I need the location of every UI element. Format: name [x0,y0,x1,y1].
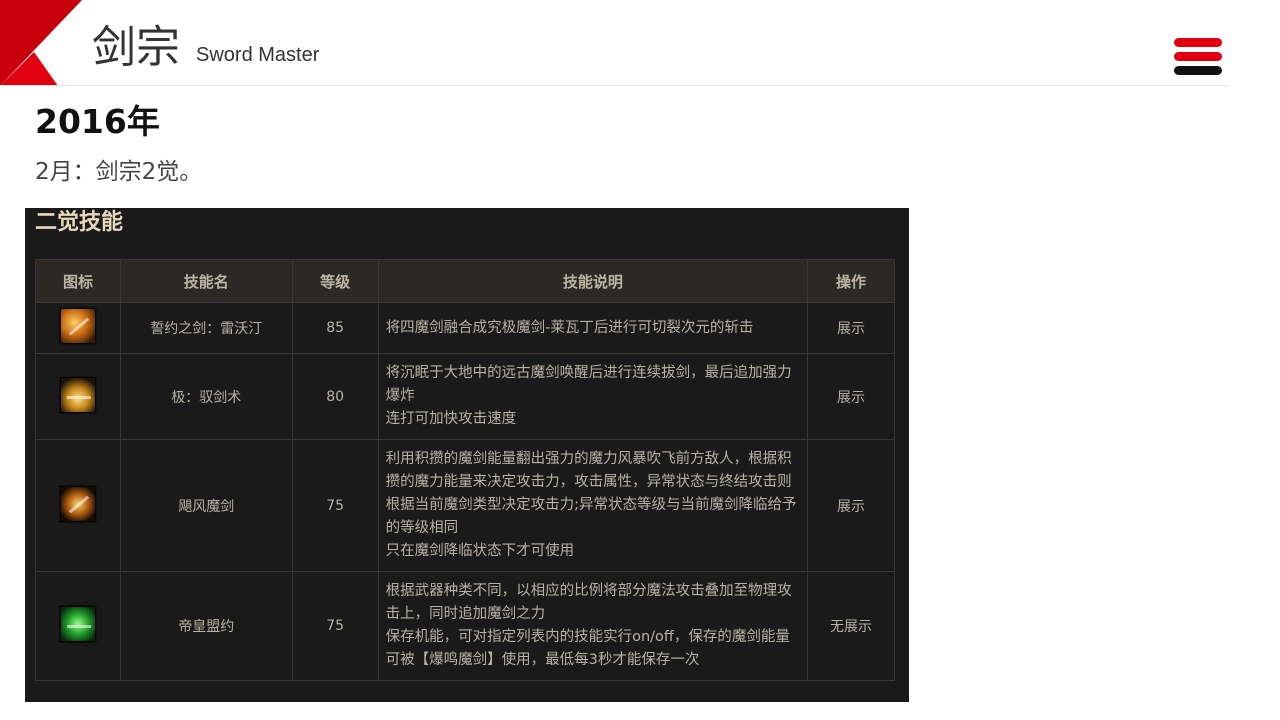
description-line: 只在魔剑降临状态下才可使用 [385,543,575,559]
skill-panel-screenshot: 二觉技能 图标 技能名 等级 技能说明 操作 誓约之剑：雷沃汀 85 将四魔剑融… [25,208,909,702]
description-line: 利用积攒的魔剑能量翻出强力的魔力风暴吹飞前方敌人，根据积攒的魔力能量来决定攻击力… [385,451,797,536]
skill-icon-cell [35,353,121,440]
table-row: 极：驭剑术 80 将沉眠于大地中的远古魔剑唤醒后进行连续拔剑，最后追加强力爆炸 … [35,353,895,440]
skill-level: 85 [291,302,379,354]
column-header-icon: 图标 [35,259,121,303]
description-line: 将四魔剑融合成究极魔剑-莱瓦丁后进行可切裂次元的斩击 [385,319,754,336]
skill-name: 誓约之剑：雷沃汀 [119,302,293,354]
skill-level: 75 [291,571,379,681]
year-heading: 2016年 [35,102,160,141]
sword-skill-icon [59,308,96,344]
table-row: 飓风魔剑 75 利用积攒的魔剑能量翻出强力的魔力风暴吹飞前方敌人，根据积攒的魔力… [35,439,895,572]
column-header-level: 等级 [291,259,379,303]
skills-table: 图标 技能名 等级 技能说明 操作 誓约之剑：雷沃汀 85 将四魔剑融合成究极魔… [35,259,895,681]
skill-icon-cell [35,439,121,572]
column-header-description: 技能说明 [377,259,809,303]
table-row: 帝皇盟约 75 根据武器种类不同，以相应的比例将部分魔法攻击叠加至物理攻击上，同… [35,571,895,681]
skill-name: 帝皇盟约 [119,571,293,681]
skill-name: 极：驭剑术 [119,353,293,440]
storm-skill-icon [59,485,96,522]
skill-icon-cell [35,302,121,354]
header-divider [0,85,1228,86]
skill-description: 将四魔剑融合成究极魔剑-莱瓦丁后进行可切裂次元的斩击 [377,302,809,354]
show-button[interactable]: 展示 [807,439,895,572]
no-show-label: 无展示 [807,571,895,681]
skill-level: 75 [291,439,379,572]
column-header-name: 技能名 [119,259,293,303]
menu-bar-top [1174,38,1222,47]
column-header-action: 操作 [807,259,895,303]
crown-skill-icon [59,376,96,413]
skill-name: 飓风魔剑 [119,439,293,572]
menu-icon[interactable] [1174,38,1224,76]
description-line: 连打可加快攻击速度 [385,411,517,427]
emperor-skill-icon [59,606,96,642]
skill-description: 根据武器种类不同，以相应的比例将部分魔法攻击叠加至物理攻击上，同时追加魔剑之力 … [377,571,809,681]
skill-description: 利用积攒的魔剑能量翻出强力的魔力风暴吹飞前方敌人，根据积攒的魔力能量来决定攻击力… [377,439,809,572]
skill-description: 将沉眠于大地中的远古魔剑唤醒后进行连续拔剑，最后追加强力爆炸 连打可加快攻击速度 [377,353,809,440]
page-title: 剑宗 [92,22,180,73]
menu-bar-bottom [1174,66,1222,75]
menu-bar-middle [1174,52,1222,61]
panel-title: 二觉技能 [35,210,124,235]
red-corner-decoration [0,0,82,86]
page-subtitle: Sword Master [196,44,320,66]
table-header-row: 图标 技能名 等级 技能说明 操作 [35,259,895,303]
skill-level: 80 [291,353,379,440]
description-line: 根据武器种类不同，以相应的比例将部分魔法攻击叠加至物理攻击上，同时追加魔剑之力 [385,583,792,622]
show-button[interactable]: 展示 [807,302,895,354]
description-line: 保存机能，可对指定列表内的技能实行on/off，保存的魔剑能量可被【爆鸣魔剑】使… [385,629,790,668]
event-note: 2月：剑宗2觉。 [35,159,203,185]
table-row: 誓约之剑：雷沃汀 85 将四魔剑融合成究极魔剑-莱瓦丁后进行可切裂次元的斩击 展… [35,302,895,354]
show-button[interactable]: 展示 [807,353,895,440]
skill-icon-cell [35,571,121,681]
description-line: 将沉眠于大地中的远古魔剑唤醒后进行连续拔剑，最后追加强力爆炸 [385,365,792,404]
